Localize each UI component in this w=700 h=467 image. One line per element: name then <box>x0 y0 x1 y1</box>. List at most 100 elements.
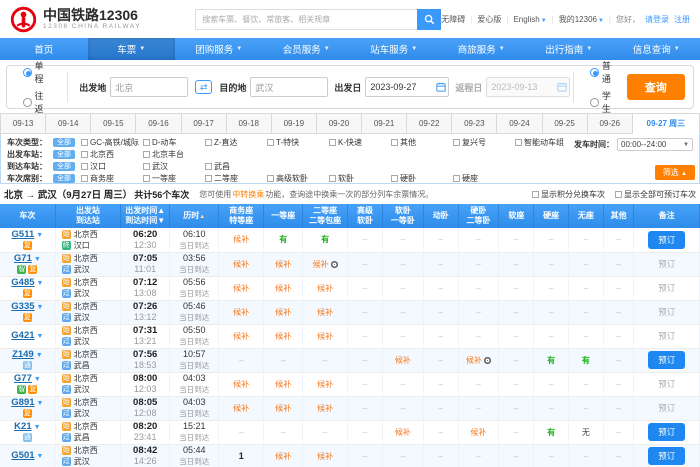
expand-train-icon[interactable]: ▼ <box>36 232 43 239</box>
train-number-link[interactable]: K21 <box>14 421 31 432</box>
filter-checkbox-硬座[interactable]: 硬座 <box>453 173 515 184</box>
waitlist-link[interactable]: 候补 <box>313 260 329 269</box>
train-number-link[interactable]: Z149 <box>12 349 34 360</box>
date-tab-09-26[interactable]: 09-26 <box>588 113 633 134</box>
depart-time-select[interactable]: 00:00--24:00 ▼ <box>617 138 693 151</box>
date-tab-09-18[interactable]: 09-18 <box>227 113 272 134</box>
train-number-link[interactable]: G71 <box>14 253 32 264</box>
date-tab-09-20[interactable]: 09-20 <box>317 113 362 134</box>
passenger-type-普通[interactable]: 普通 <box>590 59 618 85</box>
nav-item-团购服务[interactable]: 团购服务▼ <box>175 38 263 60</box>
expand-train-icon[interactable]: ▼ <box>37 453 44 460</box>
waitlist-link[interactable]: 候补 <box>317 332 333 341</box>
filter-checkbox-高级软卧[interactable]: 高级软卧 <box>267 173 329 184</box>
expand-train-icon[interactable]: ▼ <box>37 333 44 340</box>
trip-type-单程[interactable]: 单程 <box>23 59 51 85</box>
nav-item-车票[interactable]: 车票▼ <box>88 38 176 60</box>
book-button[interactable]: 预订 <box>648 351 685 369</box>
date-tab-09-19[interactable]: 09-19 <box>272 113 317 134</box>
train-number-link[interactable]: G511 <box>12 229 35 240</box>
trip-type-往返[interactable]: 往返 <box>23 89 51 115</box>
to-station-input[interactable] <box>250 77 328 97</box>
display-checkbox-显示积分兑换车次[interactable]: 显示积分兑换车次 <box>532 189 605 200</box>
waitlist-link[interactable]: 候补 <box>233 260 249 269</box>
expand-train-icon[interactable]: ▼ <box>34 376 41 383</box>
waitlist-link[interactable]: 候补 <box>275 404 291 413</box>
date-tab-09-25[interactable]: 09-25 <box>543 113 588 134</box>
book-button[interactable]: 预订 <box>648 423 685 441</box>
column-header[interactable]: 历时▲ <box>170 204 219 228</box>
train-number-link[interactable]: G335 <box>11 301 34 312</box>
waitlist-link[interactable]: 候补 <box>275 308 291 317</box>
filter-checkbox-其他[interactable]: 其他 <box>391 137 453 148</box>
column-header[interactable]: 一等座 <box>264 204 303 228</box>
date-tab-09-22[interactable]: 09-22 <box>407 113 452 134</box>
column-header[interactable]: 动卧 <box>423 204 458 228</box>
waitlist-link[interactable]: 候补 <box>233 404 249 413</box>
filter-checkbox-汉口[interactable]: 汉口 <box>81 161 143 172</box>
top-link-0[interactable]: 无障碍 <box>441 14 465 25</box>
top-link-3[interactable]: 我的12306▼ <box>559 14 604 25</box>
swap-stations-button[interactable]: ⇄ <box>195 80 212 94</box>
waitlist-link[interactable]: 候补 <box>317 308 333 317</box>
waitlist-link[interactable]: 候补 <box>317 380 333 389</box>
login-link[interactable]: 请登录 <box>645 14 669 25</box>
expand-train-icon[interactable]: ▼ <box>36 352 43 359</box>
train-number-link[interactable]: G501 <box>11 450 34 461</box>
from-station-input[interactable] <box>110 77 188 97</box>
filter-checkbox-GC-高铁/城际[interactable]: GC-高铁/城际 <box>81 137 143 148</box>
date-tab-09-21[interactable]: 09-21 <box>362 113 407 134</box>
site-search-input[interactable] <box>195 9 417 30</box>
register-link[interactable]: 注册 <box>674 14 690 25</box>
filter-checkbox-D-动车[interactable]: D-动车 <box>143 137 205 148</box>
date-tab-09-13[interactable]: 09-13 <box>0 113 46 134</box>
waitlist-link[interactable]: 候补 <box>233 235 249 244</box>
column-header[interactable]: 高级软卧 <box>348 204 383 228</box>
nav-item-首页[interactable]: 首页 <box>0 38 88 60</box>
column-header[interactable]: 软座 <box>499 204 534 228</box>
site-search-button[interactable] <box>417 9 441 30</box>
waitlist-link[interactable]: 候补 <box>317 284 333 293</box>
date-tab-09-27 周三[interactable]: 09-27 周三 <box>633 113 700 134</box>
column-header[interactable]: 硬卧二等卧 <box>458 204 499 228</box>
expand-train-icon[interactable]: ▼ <box>37 304 44 311</box>
filter-checkbox-武昌[interactable]: 武昌 <box>205 161 267 172</box>
nav-item-会员服务[interactable]: 会员服务▼ <box>263 38 351 60</box>
waitlist-link[interactable]: 候补 <box>233 332 249 341</box>
filter-collapse-button[interactable]: 筛选 ▲ <box>655 165 695 180</box>
column-header[interactable]: 出发时间▲到达时间▼ <box>121 204 170 228</box>
filter-checkbox-智能动车组[interactable]: 智能动车组 <box>515 137 577 148</box>
column-header[interactable]: 出发站到达站 <box>55 204 120 228</box>
filter-checkbox-K-快速[interactable]: K-快速 <box>329 137 391 148</box>
filter-checkbox-武汉[interactable]: 武汉 <box>143 161 205 172</box>
calendar-icon[interactable] <box>436 82 446 92</box>
date-tab-09-15[interactable]: 09-15 <box>91 113 136 134</box>
date-tab-09-16[interactable]: 09-16 <box>136 113 181 134</box>
waitlist-link[interactable]: 候补 <box>395 356 411 365</box>
waitlist-link[interactable]: 候补 <box>275 452 291 461</box>
waitlist-link[interactable]: 候补 <box>471 428 487 437</box>
filter-checkbox-复兴号[interactable]: 复兴号 <box>453 137 515 148</box>
column-header[interactable]: 二等座二等包座 <box>303 204 348 228</box>
filter-checkbox-软卧[interactable]: 软卧 <box>329 173 391 184</box>
train-number-link[interactable]: G421 <box>11 330 34 341</box>
book-button[interactable]: 预订 <box>648 231 685 249</box>
filter-checkbox-商务座[interactable]: 商务座 <box>81 173 143 184</box>
waitlist-link[interactable]: 候补 <box>317 452 333 461</box>
column-header[interactable]: 软卧一等卧 <box>382 204 423 228</box>
query-button[interactable]: 查询 <box>627 74 685 100</box>
nav-item-信息查询[interactable]: 信息查询▼ <box>613 38 700 60</box>
waitlist-link[interactable]: 候补 <box>275 284 291 293</box>
expand-train-icon[interactable]: ▼ <box>37 400 44 407</box>
nav-item-商旅服务[interactable]: 商旅服务▼ <box>438 38 526 60</box>
date-tab-09-23[interactable]: 09-23 <box>452 113 497 134</box>
filter-checkbox-硬卧[interactable]: 硬卧 <box>391 173 453 184</box>
filter-all-chip[interactable]: 全部 <box>53 150 75 159</box>
display-checkbox-显示全部可预订车次[interactable]: 显示全部可预订车次 <box>615 189 696 200</box>
filter-all-chip[interactable]: 全部 <box>53 138 75 147</box>
waitlist-link[interactable]: 候补 <box>275 260 291 269</box>
filter-checkbox-二等座[interactable]: 二等座 <box>205 173 267 184</box>
column-header[interactable]: 备注 <box>634 204 700 228</box>
waitlist-link[interactable]: 候补 <box>275 380 291 389</box>
filter-all-chip[interactable]: 全部 <box>53 174 75 183</box>
